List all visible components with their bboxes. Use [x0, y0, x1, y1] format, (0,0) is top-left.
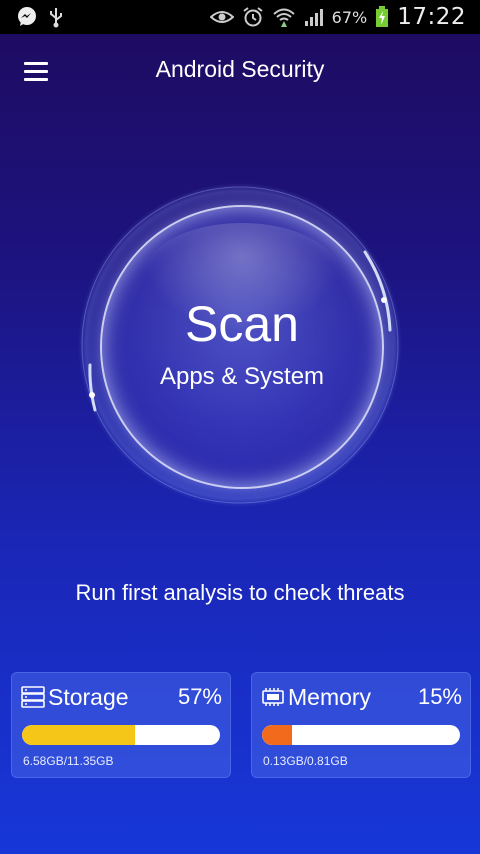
scan-button[interactable]: Scan Apps & System	[100, 205, 384, 489]
memory-progress-fill	[262, 725, 292, 745]
storage-card[interactable]: Storage 57% 6.58GB/11.35GB	[11, 672, 231, 778]
status-bar-left	[0, 6, 64, 28]
page-title: Android Security	[155, 56, 325, 82]
storage-percent: 57%	[177, 684, 222, 709]
memory-chip-icon	[260, 686, 286, 708]
memory-percent: 15%	[417, 684, 462, 709]
memory-progress-bar	[262, 725, 460, 745]
memory-label: Memory	[288, 683, 372, 710]
usb-icon	[48, 6, 64, 28]
memory-detail: 0.13GB/0.81GB	[263, 754, 348, 768]
wifi-icon	[272, 6, 296, 28]
storage-progress-fill	[22, 725, 135, 745]
storage-detail: 6.58GB/11.35GB	[23, 754, 114, 768]
storage-label: Storage	[48, 683, 129, 710]
status-time: 17:22	[397, 4, 466, 30]
battery-percent: 67%	[331, 7, 368, 27]
battery-charging-icon	[375, 6, 389, 28]
status-bar-right: 67% 17:22	[209, 4, 480, 30]
storage-card-header: Storage 57%	[20, 681, 222, 713]
scan-hint-text: Run first analysis to check threats	[75, 580, 405, 605]
scan-subtitle: Apps & System	[159, 363, 325, 390]
app-bar: Android Security	[0, 34, 480, 108]
signal-icon	[304, 7, 324, 27]
messenger-icon	[16, 6, 38, 28]
status-bar: 67% 17:22	[0, 0, 480, 34]
storage-icon	[20, 686, 46, 708]
storage-progress-bar	[22, 725, 220, 745]
scan-title: Scan	[185, 296, 299, 352]
alarm-icon	[242, 6, 264, 28]
scan-widget: Scan Apps & System	[75, 180, 405, 510]
memory-card[interactable]: Memory 15% 0.13GB/0.81GB	[251, 672, 471, 778]
memory-card-header: Memory 15%	[260, 681, 462, 713]
eye-icon	[209, 9, 234, 25]
